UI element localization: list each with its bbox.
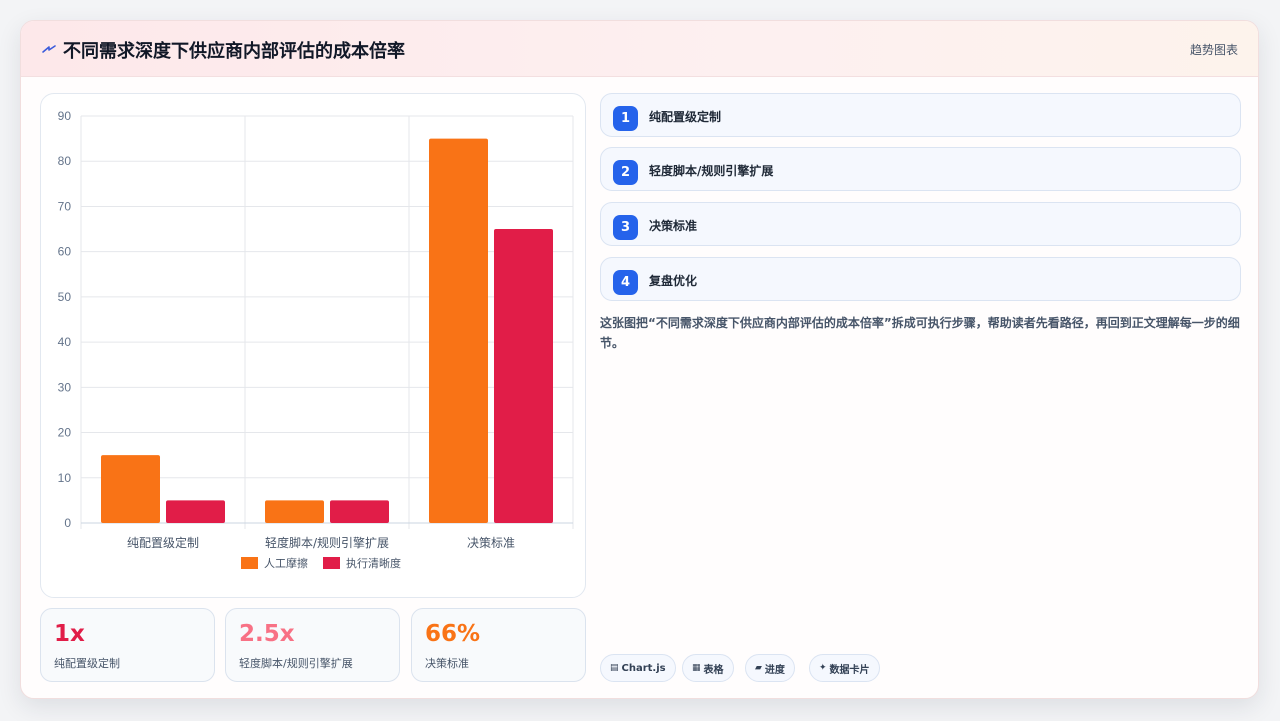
tag-label: Chart.js — [621, 662, 666, 674]
bar — [101, 455, 160, 523]
step-label: 复盘优化 — [649, 274, 698, 288]
legend-swatch — [241, 557, 258, 569]
y-tick-label: 90 — [58, 109, 72, 123]
step-item-4: 4 复盘优化 — [600, 257, 1241, 301]
bar-chart: 0 10 20 30 40 50 60 70 80 90 纯配置级定制 轻度脚本/规则引擎扩展 决策标准… — [58, 109, 574, 570]
x-tick-label: 轻度脚本/规则引擎扩展 — [265, 535, 389, 550]
step-number: 1 — [613, 106, 638, 131]
lightning-icon — [42, 45, 56, 53]
tag-label: 进度 — [764, 664, 785, 676]
step-number: 3 — [613, 215, 638, 240]
tag-label: 数据卡片 — [829, 664, 870, 676]
chart-description: 这张图把“不同需求深度下供应商内部评估的成本倍率”拆成可执行步骤，帮助读者先看路… — [600, 316, 1240, 350]
y-tick-label: 70 — [58, 199, 72, 213]
tag-progress: ▰ 进度 — [745, 654, 795, 682]
bar — [166, 500, 225, 523]
progress-icon: ▰ — [755, 663, 762, 673]
y-tick-label: 20 — [58, 426, 72, 440]
step-item-2: 2 轻度脚本/规则引擎扩展 — [600, 147, 1241, 191]
sparkle-icon: ✦ — [819, 663, 827, 673]
stat-label: 纯配置级定制 — [54, 657, 120, 670]
bar — [429, 138, 488, 523]
x-tick-label: 纯配置级定制 — [127, 535, 199, 550]
chart-panel: 0 10 20 30 40 50 60 70 80 90 纯配置级定制 轻度脚本/规则引擎扩展 决策标准… — [40, 93, 586, 598]
y-tick-label: 40 — [58, 335, 72, 349]
stat-card-3: 66% 决策标准 — [411, 608, 586, 682]
chart-type-label[interactable]: 趋势图表 — [1190, 41, 1238, 58]
legend-label: 执行清晰度 — [346, 556, 401, 570]
tag-label: 表格 — [703, 664, 724, 676]
legend-label: 人工摩擦 — [264, 556, 308, 570]
step-label: 纯配置级定制 — [649, 110, 722, 124]
y-tick-label: 0 — [64, 516, 71, 530]
x-tick-label: 决策标准 — [467, 536, 515, 550]
card-header: 不同需求深度下供应商内部评估的成本倍率 趋势图表 — [21, 21, 1258, 77]
stat-value: 1x — [54, 621, 85, 647]
tag-data-cards: ✦ 数据卡片 — [809, 654, 880, 682]
y-tick-label: 30 — [58, 380, 72, 394]
table-icon: ▦ — [692, 663, 701, 673]
step-item-1: 1 纯配置级定制 — [600, 93, 1241, 137]
bar — [330, 500, 389, 523]
stat-card-1: 1x 纯配置级定制 — [40, 608, 215, 682]
stat-value: 2.5x — [239, 621, 295, 647]
chart-icon: ▤ — [610, 663, 619, 673]
y-tick-label: 10 — [58, 471, 72, 485]
stat-value: 66% — [425, 621, 481, 647]
step-number: 4 — [613, 270, 638, 295]
page-title: 不同需求深度下供应商内部评估的成本倍率 — [63, 41, 405, 62]
step-label: 轻度脚本/规则引擎扩展 — [649, 164, 774, 178]
tag-chartjs: ▤ Chart.js — [600, 654, 676, 682]
step-label: 决策标准 — [649, 219, 698, 233]
y-tick-label: 80 — [58, 154, 72, 168]
y-tick-label: 60 — [58, 245, 72, 259]
step-item-3: 3 决策标准 — [600, 202, 1241, 246]
infographic-card: 不同需求深度下供应商内部评估的成本倍率 趋势图表 0 10 20 30 40 50 60 70… — [20, 20, 1259, 699]
bar — [265, 500, 324, 523]
stat-card-2: 2.5x 轻度脚本/规则引擎扩展 — [225, 608, 400, 682]
stat-label: 轻度脚本/规则引擎扩展 — [239, 657, 353, 670]
bar — [494, 229, 553, 524]
y-tick-label: 50 — [58, 290, 72, 304]
tag-table: ▦ 表格 — [682, 654, 734, 682]
legend-swatch — [323, 557, 340, 569]
stat-label: 决策标准 — [425, 657, 469, 670]
step-number: 2 — [613, 160, 638, 185]
